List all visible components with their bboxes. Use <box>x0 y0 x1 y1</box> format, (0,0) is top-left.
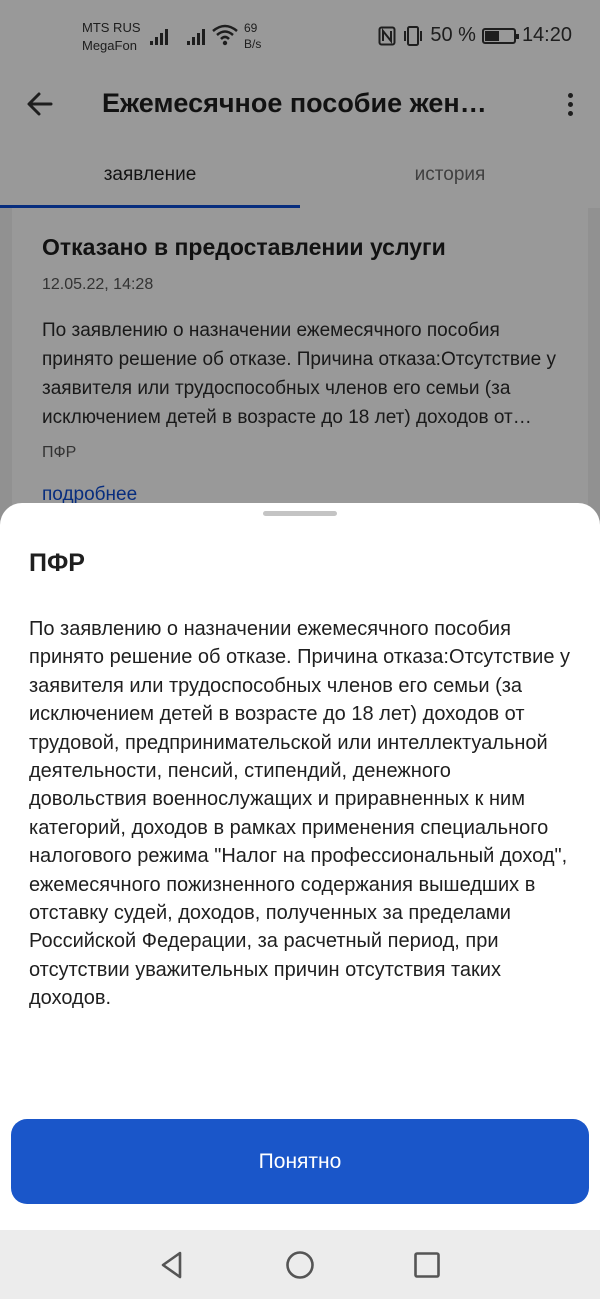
sheet-text: По заявлению о назначении ежемесячного п… <box>29 618 571 1010</box>
triangle-back-icon[interactable] <box>155 1248 189 1282</box>
bottom-sheet: ПФР По заявлению о назначении ежемесячно… <box>0 503 600 1230</box>
sheet-title: ПФР <box>29 549 85 577</box>
circle-home-icon[interactable] <box>283 1248 317 1282</box>
ok-button[interactable]: Понятно <box>11 1119 589 1204</box>
system-nav-bar <box>0 1230 600 1299</box>
sheet-drag-handle[interactable] <box>263 511 337 516</box>
square-recent-icon[interactable] <box>410 1248 444 1282</box>
